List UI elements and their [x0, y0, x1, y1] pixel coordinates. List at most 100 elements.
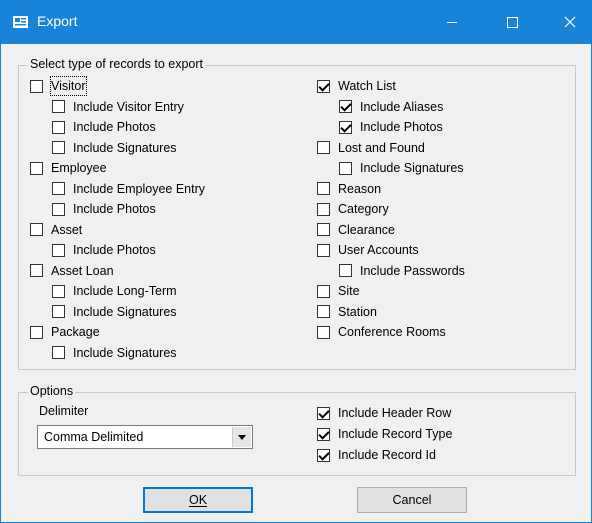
checkbox-label: Include Signatures: [73, 140, 177, 155]
checkbox-unchecked-icon[interactable]: [52, 100, 65, 113]
export-dialog: Export Select type of records to export …: [0, 0, 592, 523]
checkbox-label: Employee: [51, 161, 107, 175]
checkbox-label: Include Long-Term: [73, 284, 177, 298]
checkbox-unchecked-icon[interactable]: [52, 346, 65, 359]
checkbox-label: Include Passwords: [360, 263, 465, 278]
checkbox-unchecked-icon[interactable]: [317, 284, 330, 298]
record-checkbox-include-photos[interactable]: Include Photos: [52, 200, 156, 218]
checkbox-label: Include Photos: [73, 243, 156, 257]
checkbox-label: Site: [338, 284, 360, 298]
record-checkbox-watch-list[interactable]: Watch List: [317, 77, 396, 95]
ok-button[interactable]: OK: [143, 487, 253, 513]
record-checkbox-include-photos[interactable]: Include Photos: [52, 241, 156, 259]
chevron-down-icon: [238, 435, 246, 440]
record-checkbox-lost-and-found[interactable]: Lost and Found: [317, 139, 425, 157]
record-checkbox-conference-rooms[interactable]: Conference Rooms: [317, 323, 446, 341]
record-checkbox-site[interactable]: Site: [317, 282, 360, 300]
checkbox-unchecked-icon[interactable]: [52, 182, 65, 195]
ok-button-label: OK: [188, 493, 208, 507]
checkbox-checked-icon[interactable]: [339, 100, 352, 113]
checkbox-checked-icon[interactable]: [317, 448, 330, 462]
checkbox-label: Include Signatures: [360, 161, 464, 175]
record-checkbox-include-signatures[interactable]: Include Signatures: [52, 139, 177, 157]
checkbox-label: Asset: [51, 222, 83, 237]
close-button[interactable]: [547, 1, 592, 44]
delimiter-select[interactable]: Comma Delimited: [37, 425, 253, 449]
checkbox-unchecked-icon[interactable]: [317, 243, 330, 257]
checkbox-unchecked-icon[interactable]: [339, 161, 352, 175]
dropdown-button[interactable]: [232, 427, 251, 447]
checkbox-label: Lost and Found: [338, 140, 425, 155]
checkbox-label: Include Signatures: [73, 345, 177, 360]
record-checkbox-include-signatures[interactable]: Include Signatures: [52, 303, 177, 321]
record-checkbox-include-photos[interactable]: Include Photos: [339, 118, 443, 136]
checkbox-unchecked-icon[interactable]: [52, 141, 65, 154]
checkbox-label: Clearance: [338, 222, 395, 237]
maximize-button[interactable]: [489, 1, 535, 44]
checkbox-label: Include Record Id: [338, 448, 436, 462]
record-checkbox-station[interactable]: Station: [317, 303, 377, 321]
option-checkbox-include-record-type[interactable]: Include Record Type: [317, 425, 452, 443]
delimiter-label: Delimiter: [39, 404, 89, 418]
option-checkbox-include-record-id[interactable]: Include Record Id: [317, 446, 436, 464]
checkbox-unchecked-icon[interactable]: [317, 141, 330, 154]
checkbox-unchecked-icon[interactable]: [30, 264, 43, 277]
checkbox-checked-icon[interactable]: [317, 79, 330, 93]
checkbox-label: Watch List: [338, 79, 396, 93]
records-group-legend: Select type of records to export: [28, 57, 206, 71]
checkbox-label: Include Record Type: [338, 427, 453, 441]
checkbox-label: Package: [51, 325, 100, 339]
options-group-legend: Options: [28, 384, 76, 398]
checkbox-unchecked-icon[interactable]: [30, 161, 43, 175]
record-checkbox-package[interactable]: Package: [30, 323, 100, 341]
checkbox-unchecked-icon[interactable]: [317, 202, 330, 216]
cancel-button-label: Cancel: [392, 493, 432, 507]
record-checkbox-user-accounts[interactable]: User Accounts: [317, 241, 419, 259]
option-checkbox-include-header-row[interactable]: Include Header Row: [317, 404, 451, 422]
record-checkbox-include-signatures[interactable]: Include Signatures: [52, 344, 177, 362]
checkbox-unchecked-icon[interactable]: [30, 223, 43, 236]
checkbox-label: Include Photos: [73, 120, 156, 134]
checkbox-checked-icon[interactable]: [317, 406, 330, 420]
record-checkbox-asset-loan[interactable]: Asset Loan: [30, 262, 114, 280]
checkbox-unchecked-icon[interactable]: [52, 305, 65, 318]
checkbox-label: Include Photos: [360, 120, 443, 134]
checkbox-label: User Accounts: [338, 243, 419, 257]
app-icon: [13, 16, 28, 28]
record-checkbox-include-employee-entry[interactable]: Include Employee Entry: [52, 180, 205, 198]
checkbox-checked-icon[interactable]: [317, 427, 330, 441]
record-checkbox-include-visitor-entry[interactable]: Include Visitor Entry: [52, 98, 184, 116]
checkbox-unchecked-icon[interactable]: [317, 305, 330, 318]
checkbox-label: Include Visitor Entry: [73, 99, 184, 114]
checkbox-unchecked-icon[interactable]: [317, 223, 330, 236]
checkbox-label: Asset Loan: [51, 263, 114, 278]
record-checkbox-include-passwords[interactable]: Include Passwords: [339, 262, 465, 280]
checkbox-unchecked-icon[interactable]: [30, 79, 43, 93]
record-checkbox-employee[interactable]: Employee: [30, 159, 107, 177]
checkbox-label: Conference Rooms: [338, 325, 446, 339]
checkbox-label: Reason: [338, 181, 382, 196]
checkbox-unchecked-icon[interactable]: [317, 182, 330, 195]
checkbox-unchecked-icon[interactable]: [317, 325, 330, 339]
checkbox-unchecked-icon[interactable]: [52, 202, 65, 216]
record-checkbox-include-long-term[interactable]: Include Long-Term: [52, 282, 177, 300]
record-checkbox-include-signatures[interactable]: Include Signatures: [339, 159, 464, 177]
record-checkbox-include-aliases[interactable]: Include Aliases: [339, 98, 443, 116]
checkbox-unchecked-icon[interactable]: [52, 120, 65, 134]
checkbox-unchecked-icon[interactable]: [30, 325, 43, 339]
checkbox-unchecked-icon[interactable]: [339, 264, 352, 277]
record-checkbox-reason[interactable]: Reason: [317, 180, 381, 198]
cancel-button[interactable]: Cancel: [357, 487, 467, 513]
record-checkbox-asset[interactable]: Asset: [30, 221, 82, 239]
record-checkbox-include-photos[interactable]: Include Photos: [52, 118, 156, 136]
record-checkbox-clearance[interactable]: Clearance: [317, 221, 395, 239]
record-checkbox-visitor[interactable]: Visitor: [30, 76, 87, 96]
record-checkbox-category[interactable]: Category: [317, 200, 389, 218]
checkbox-unchecked-icon[interactable]: [52, 284, 65, 298]
checkbox-label: Include Employee Entry: [73, 181, 206, 196]
checkbox-unchecked-icon[interactable]: [52, 243, 65, 257]
checkbox-checked-icon[interactable]: [339, 120, 352, 134]
title-bar[interactable]: Export: [1, 1, 591, 44]
minimize-button[interactable]: [429, 1, 475, 44]
checkbox-label: Category: [338, 202, 389, 216]
